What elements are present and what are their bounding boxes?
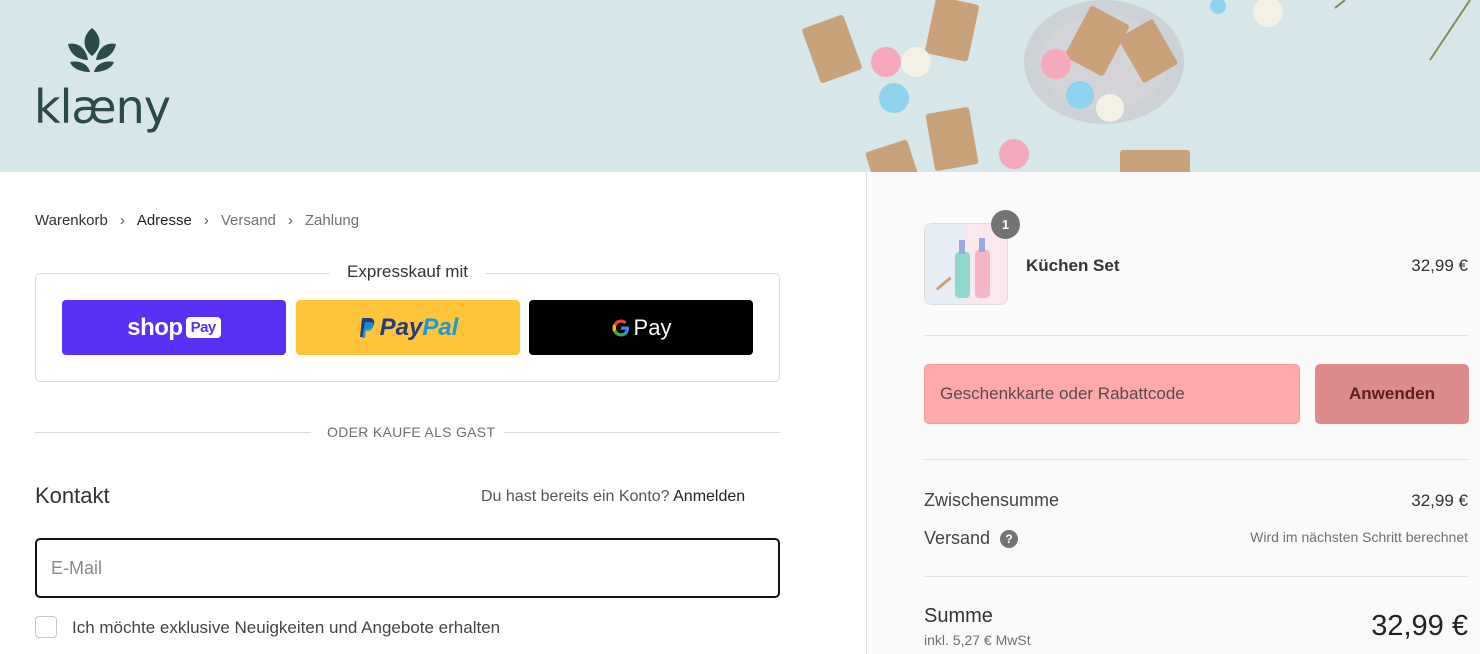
product-imagery [802, 0, 1471, 172]
subtotal-label: Zwischensumme [924, 490, 1060, 510]
total-label: Summe [924, 605, 993, 627]
summary-divider [924, 459, 1469, 460]
chevron-right-icon: › [203, 212, 209, 229]
contact-title: Kontakt [35, 483, 110, 508]
paypal-p-icon [359, 317, 374, 338]
shop-pay-pay-text: Pay [185, 317, 221, 338]
product-photo [925, 224, 1007, 304]
quantity-badge: 1 [991, 210, 1020, 239]
chevron-right-icon: › [287, 212, 293, 229]
header-banner: klæny [0, 0, 1480, 172]
summary-divider [924, 576, 1469, 577]
order-summary: 1 Küchen Set 32,99 € Anwenden Zwischensu… [866, 172, 1480, 654]
login-link[interactable]: Anmelden [673, 488, 745, 505]
breadcrumb: Warenkorb › Adresse › Versand › Zahlung [35, 212, 359, 229]
shop-pay-shop-text: shop [127, 313, 183, 341]
google-g-icon [612, 319, 629, 336]
paypal-button[interactable]: Pay Pal [296, 300, 520, 355]
express-checkout: Expresskauf mit shop Pay Pay Pal Pay [35, 262, 780, 382]
login-prompt-text: Du hast bereits ein Konto? [481, 488, 670, 505]
express-checkout-title: Expresskauf mit [329, 262, 486, 282]
guest-checkout-divider: ODER KAUFE ALS GAST [327, 424, 496, 440]
email-field[interactable] [35, 538, 780, 598]
breadcrumb-address: Adresse [136, 212, 192, 229]
chevron-right-icon: › [119, 212, 125, 229]
shipping-row: Versand? [924, 528, 1019, 549]
tax-note: inkl. 5,27 € MwSt [924, 632, 1031, 648]
google-pay-text: Pay [633, 314, 672, 340]
help-icon[interactable]: ? [1000, 530, 1019, 549]
breadcrumb-payment: Zahlung [304, 212, 360, 229]
total-value: 32,99 € [1371, 610, 1468, 642]
discount-code-field[interactable] [924, 364, 1300, 424]
divider-line-right [504, 432, 780, 433]
shipping-label: Versand [924, 528, 991, 548]
paypal-pal-text: Pal [422, 313, 459, 341]
google-pay-logo: Pay [611, 314, 672, 341]
breadcrumb-shipping: Versand [220, 212, 276, 229]
shipping-note: Wird im nächsten Schritt berechnet [1250, 529, 1468, 545]
product-name: Küchen Set [1026, 256, 1120, 275]
newsletter-checkbox[interactable] [35, 616, 57, 638]
google-pay-button[interactable]: Pay [529, 300, 753, 355]
shop-pay-button[interactable]: shop Pay [62, 300, 286, 355]
paypal-logo: Pay Pal [358, 313, 459, 342]
brand-wordmark: klæny [34, 80, 171, 134]
apply-discount-button[interactable]: Anwenden [1315, 364, 1469, 424]
divider-line-left [35, 432, 311, 433]
summary-divider [924, 335, 1469, 336]
paypal-pay-text: Pay [379, 313, 423, 341]
login-prompt: Du hast bereits ein Konto? Anmelden [481, 488, 745, 506]
subtotal-value: 32,99 € [1411, 491, 1468, 510]
newsletter-label[interactable]: Ich möchte exklusive Neuigkeiten und Ang… [72, 618, 500, 638]
breadcrumb-cart[interactable]: Warenkorb [35, 212, 108, 229]
leaf-icon [68, 28, 116, 72]
product-price: 32,99 € [1411, 256, 1468, 275]
shop-pay-logo: shop Pay [127, 314, 221, 342]
